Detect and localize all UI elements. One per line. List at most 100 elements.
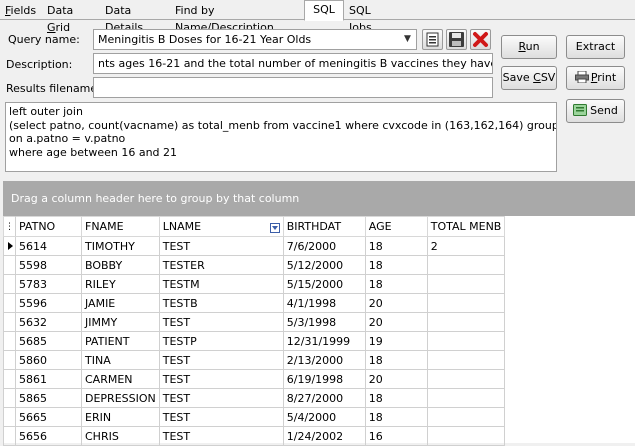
table-cell[interactable]	[426, 388, 506, 408]
table-cell[interactable]: TEST	[158, 407, 284, 427]
table-row[interactable]: 5860 TINA TEST 2/13/2000 18	[3, 350, 506, 370]
tab-sql-jobs[interactable]: SQL Jobs	[344, 1, 400, 34]
table-cell[interactable]: TESTP	[158, 331, 284, 351]
save-query-button[interactable]	[446, 29, 467, 50]
column-header-birthdat[interactable]: BIRTHDAT	[282, 216, 366, 237]
table-row[interactable]: 5783 RILEY TESTM 5/15/2000 18	[3, 274, 506, 294]
column-header-total-menb[interactable]: TOTAL MENB	[426, 216, 506, 237]
table-cell[interactable]: JIMMY	[81, 312, 160, 332]
table-cell[interactable]: TESTM	[158, 274, 284, 294]
send-button[interactable]: Send	[566, 99, 625, 123]
row-indicator[interactable]	[3, 369, 16, 389]
table-cell[interactable]: TIMOTHY	[81, 236, 160, 256]
run-button[interactable]: Run	[501, 35, 557, 59]
table-row[interactable]: 5632 JIMMY TEST 5/3/1998 20	[3, 312, 506, 332]
sql-editor[interactable]: left outer join (select patno, count(vac…	[5, 102, 557, 172]
table-cell[interactable]: RILEY	[81, 274, 160, 294]
table-cell[interactable]: 18	[364, 236, 428, 256]
row-indicator[interactable]	[3, 331, 16, 351]
table-cell[interactable]: TEST	[158, 236, 284, 256]
row-indicator[interactable]	[3, 312, 16, 332]
filter-icon[interactable]	[269, 223, 280, 233]
row-indicator[interactable]	[3, 350, 16, 370]
table-row[interactable]: 5861 CARMEN TEST 6/19/1998 20	[3, 369, 506, 389]
tab-data-grid[interactable]: Data Grid	[42, 1, 100, 34]
table-cell[interactable]: DEPRESSION	[81, 388, 160, 408]
table-cell[interactable]: 20	[364, 312, 428, 332]
row-indicator[interactable]	[3, 274, 16, 294]
table-cell[interactable]: 18	[364, 350, 428, 370]
tab-data-details[interactable]: Data Details	[100, 1, 170, 34]
table-cell[interactable]: TEST	[158, 369, 284, 389]
table-cell[interactable]: 18	[364, 407, 428, 427]
table-cell[interactable]: 5861	[15, 369, 82, 389]
table-cell[interactable]: 5596	[15, 293, 82, 313]
table-cell[interactable]: 5865	[15, 388, 82, 408]
table-cell[interactable]	[426, 274, 506, 294]
row-indicator[interactable]	[3, 293, 16, 313]
column-header-fname[interactable]: FNAME	[81, 216, 160, 237]
table-cell[interactable]: 18	[364, 274, 428, 294]
table-cell[interactable]	[426, 255, 506, 275]
table-cell[interactable]: 4/1/1998	[282, 293, 366, 313]
table-cell[interactable]: TEST	[158, 312, 284, 332]
table-cell[interactable]: JAMIE	[81, 293, 160, 313]
table-cell[interactable]: 5598	[15, 255, 82, 275]
clear-button[interactable]	[422, 29, 443, 50]
current-row-indicator[interactable]	[3, 236, 16, 256]
table-cell[interactable]: PATIENT	[81, 331, 160, 351]
delete-query-button[interactable]	[470, 29, 491, 50]
table-cell[interactable]: 20	[364, 293, 428, 313]
tab-fields[interactable]: Fields	[0, 1, 42, 20]
table-cell[interactable]: 6/19/1998	[282, 369, 366, 389]
row-indicator[interactable]	[3, 388, 16, 408]
table-row[interactable]: 5598 BOBBY TESTER 5/12/2000 18	[3, 255, 506, 275]
table-cell[interactable]: 5/4/2000	[282, 407, 366, 427]
column-header-patno[interactable]: PATNO	[15, 216, 82, 237]
table-cell[interactable]: 2/13/2000	[282, 350, 366, 370]
table-cell[interactable]: TESTER	[158, 255, 284, 275]
table-cell[interactable]: 5614	[15, 236, 82, 256]
column-header-lname[interactable]: LNAME	[158, 216, 284, 237]
chevron-down-icon[interactable]: ▼	[399, 30, 416, 49]
tab-find-by-name[interactable]: Find by Name/Description	[170, 1, 304, 34]
table-cell[interactable]: 18	[364, 388, 428, 408]
print-button[interactable]: Print	[566, 66, 625, 90]
table-cell[interactable]: 5632	[15, 312, 82, 332]
column-header-age[interactable]: AGE	[364, 216, 428, 237]
table-cell[interactable]: BOBBY	[81, 255, 160, 275]
table-cell[interactable]: 20	[364, 369, 428, 389]
table-cell[interactable]: 5/3/1998	[282, 312, 366, 332]
table-cell[interactable]	[426, 331, 506, 351]
table-cell[interactable]	[426, 350, 506, 370]
table-cell[interactable]: 19	[364, 331, 428, 351]
table-cell[interactable]: 7/6/2000	[282, 236, 366, 256]
table-cell[interactable]: TEST	[158, 350, 284, 370]
table-cell[interactable]: 5783	[15, 274, 82, 294]
table-row[interactable]: 5596 JAMIE TESTB 4/1/1998 20	[3, 293, 506, 313]
table-cell[interactable]: TINA	[81, 350, 160, 370]
table-cell[interactable]	[426, 407, 506, 427]
group-by-panel[interactable]: Drag a column header here to group by th…	[3, 181, 635, 216]
table-cell[interactable]: 5685	[15, 331, 82, 351]
table-cell[interactable]: 12/31/1999	[282, 331, 366, 351]
table-cell[interactable]: 5/15/2000	[282, 274, 366, 294]
table-cell[interactable]: TEST	[158, 388, 284, 408]
table-cell[interactable]: 5860	[15, 350, 82, 370]
extract-button[interactable]: Extract	[566, 35, 625, 59]
table-cell[interactable]: 2	[426, 236, 506, 256]
table-cell[interactable]	[426, 312, 506, 332]
table-cell[interactable]: 5/12/2000	[282, 255, 366, 275]
table-row[interactable]: 5865 DEPRESSION TEST 8/27/2000 18	[3, 388, 506, 408]
row-indicator[interactable]	[3, 255, 16, 275]
table-cell[interactable]: CARMEN	[81, 369, 160, 389]
tab-sql[interactable]: SQL	[304, 0, 344, 21]
table-cell[interactable]	[426, 369, 506, 389]
table-cell[interactable]: TESTB	[158, 293, 284, 313]
table-row[interactable]: 5685 PATIENT TESTP 12/31/1999 19	[3, 331, 506, 351]
results-filename-field[interactable]	[93, 77, 493, 98]
table-row[interactable]: 5614 TIMOTHY TEST 7/6/2000 18 2	[3, 236, 506, 256]
row-indicator[interactable]	[3, 407, 16, 427]
table-cell[interactable]: 18	[364, 255, 428, 275]
save-csv-button[interactable]: Save CSV	[501, 66, 557, 90]
